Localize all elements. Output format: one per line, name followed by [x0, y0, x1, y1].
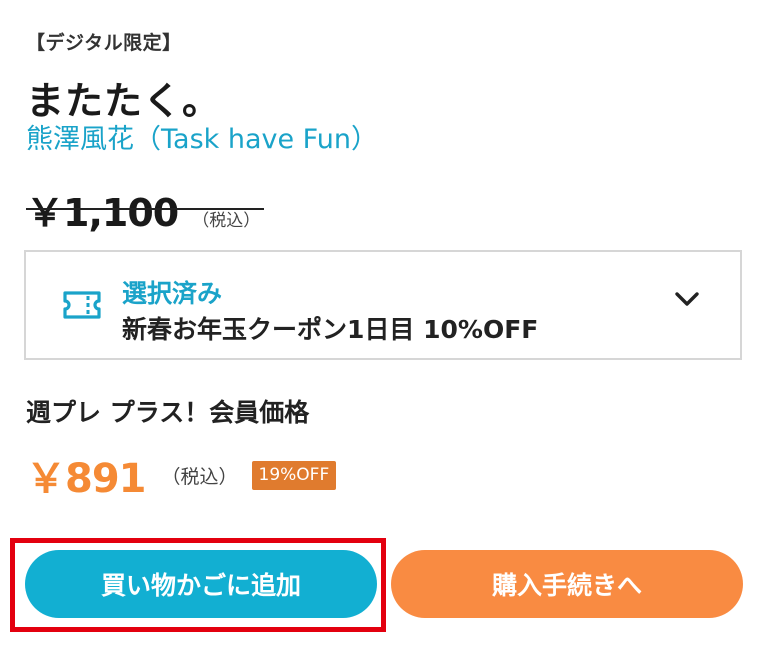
author-link[interactable]: 熊澤風花（Task have Fun）: [26, 117, 378, 156]
member-price-tax-note: （税込）: [161, 465, 238, 488]
coupon-name: 新春お年玉クーポン1日目 10%OFF: [122, 315, 539, 344]
original-price-value: ￥1,100: [26, 191, 179, 235]
digital-limited-label: 【デジタル限定】: [26, 32, 182, 54]
add-to-cart-button[interactable]: 買い物かごに追加: [25, 550, 377, 618]
chevron-down-icon[interactable]: [674, 290, 700, 308]
member-price-label: 週プレ プラス！会員価格: [26, 398, 310, 427]
discount-badge: 19%OFF: [251, 460, 337, 490]
coupon-selected-status: 選択済み: [122, 279, 223, 308]
original-price-tax-note: （税込）: [192, 211, 261, 231]
coupon-selector[interactable]: 選択済み 新春お年玉クーポン1日目 10%OFF: [24, 250, 742, 360]
checkout-button[interactable]: 購入手続きへ: [391, 550, 743, 618]
product-purchase-panel: 【デジタル限定】 またたく。 熊澤風花（Task have Fun） ￥1,10…: [0, 0, 768, 648]
original-price: ￥1,100 （税込）: [26, 182, 265, 237]
ticket-icon: [63, 291, 101, 319]
member-price-row: ￥891 （税込） 19%OFF: [26, 446, 337, 504]
member-price-value: ￥891: [26, 456, 146, 502]
